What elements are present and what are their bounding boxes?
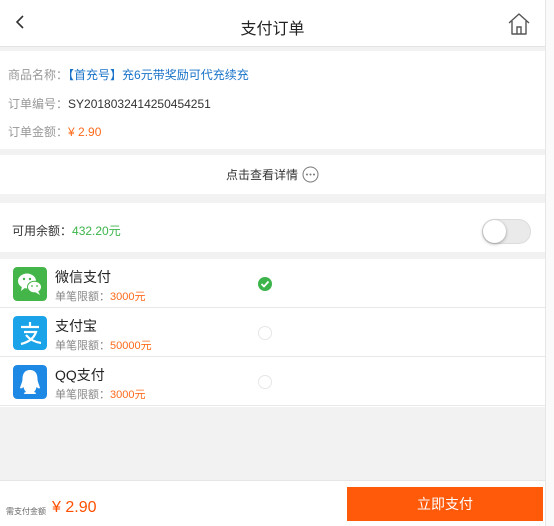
order-info: 商品名称：【首充号】充6元带奖励可代充续充 订单编号：SY20180324142… [0, 51, 545, 149]
view-details-label: 点击查看详情 [225, 168, 298, 182]
wechat-icon [13, 267, 47, 301]
limit-label: 单笔限额： [55, 291, 110, 303]
limit-value: 3000元 [110, 389, 146, 401]
more-dots-icon [302, 166, 319, 183]
payment-methods: 微信支付 单笔限额：3000元 支付宝 单笔限额：50000元 QQ支付 单笔限… [0, 259, 545, 407]
payment-method-name: QQ支付 [55, 367, 105, 383]
need-pay-label: 需支付金额 [6, 507, 46, 516]
check-icon [260, 280, 270, 288]
total-amount: ¥ 2.90 [52, 499, 97, 516]
pay-now-button[interactable]: 立即支付 [347, 487, 543, 521]
payment-method-wechat[interactable]: 微信支付 单笔限额：3000元 [0, 259, 545, 308]
payment-method-name: 微信支付 [55, 269, 111, 285]
order-number-row: 订单编号：SY2018032414250454251 [8, 95, 211, 112]
balance-text: 可用余额：432.20元 [12, 222, 121, 239]
view-details-button[interactable]: 点击查看详情 [0, 155, 545, 194]
balance-label: 可用余额： [12, 224, 73, 238]
order-number-label: 订单编号： [8, 97, 69, 111]
order-number-value: SY2018032414250454251 [68, 97, 211, 111]
product-name-label: 商品名称： [8, 68, 69, 82]
product-name-value: 【首充号】充6元带奖励可代充续充 [68, 68, 249, 82]
payment-method-alipay[interactable]: 支付宝 单笔限额：50000元 [0, 308, 545, 357]
balance-toggle[interactable] [482, 219, 531, 244]
home-icon[interactable] [506, 11, 532, 37]
alipay-icon [13, 316, 47, 350]
payment-method-name: 支付宝 [55, 318, 97, 334]
payment-method-limit: 单笔限额：3000元 [55, 288, 145, 304]
payment-page: 支付订单 商品名称：【首充号】充6元带奖励可代充续充 订单编号：SY201803… [0, 0, 545, 526]
balance-row: 可用余额：432.20元 [0, 203, 545, 252]
product-name-row: 商品名称：【首充号】充6元带奖励可代充续充 [8, 66, 249, 83]
scrollbar[interactable] [545, 0, 554, 526]
page-title: 支付订单 [240, 21, 305, 38]
limit-value: 50000元 [110, 340, 152, 352]
toggle-knob [483, 220, 506, 243]
payment-method-limit: 单笔限额：50000元 [55, 337, 152, 353]
order-amount-row: 订单金额：¥ 2.90 [8, 123, 101, 140]
unselected-radio[interactable] [258, 375, 272, 389]
balance-value: 432.20元 [72, 224, 121, 238]
qq-icon [13, 365, 47, 399]
unselected-radio[interactable] [258, 326, 272, 340]
limit-label: 单笔限额： [55, 389, 110, 401]
order-amount-label: 订单金额： [8, 125, 69, 139]
selected-check-radio[interactable] [258, 277, 272, 291]
payment-method-qq[interactable]: QQ支付 单笔限额：3000元 [0, 357, 545, 406]
limit-value: 3000元 [110, 291, 146, 303]
order-amount-value: ¥ 2.90 [68, 125, 102, 139]
limit-label: 单笔限额： [55, 340, 110, 352]
payment-method-limit: 单笔限额：3000元 [55, 386, 145, 402]
top-bar: 支付订单 [0, 0, 545, 47]
